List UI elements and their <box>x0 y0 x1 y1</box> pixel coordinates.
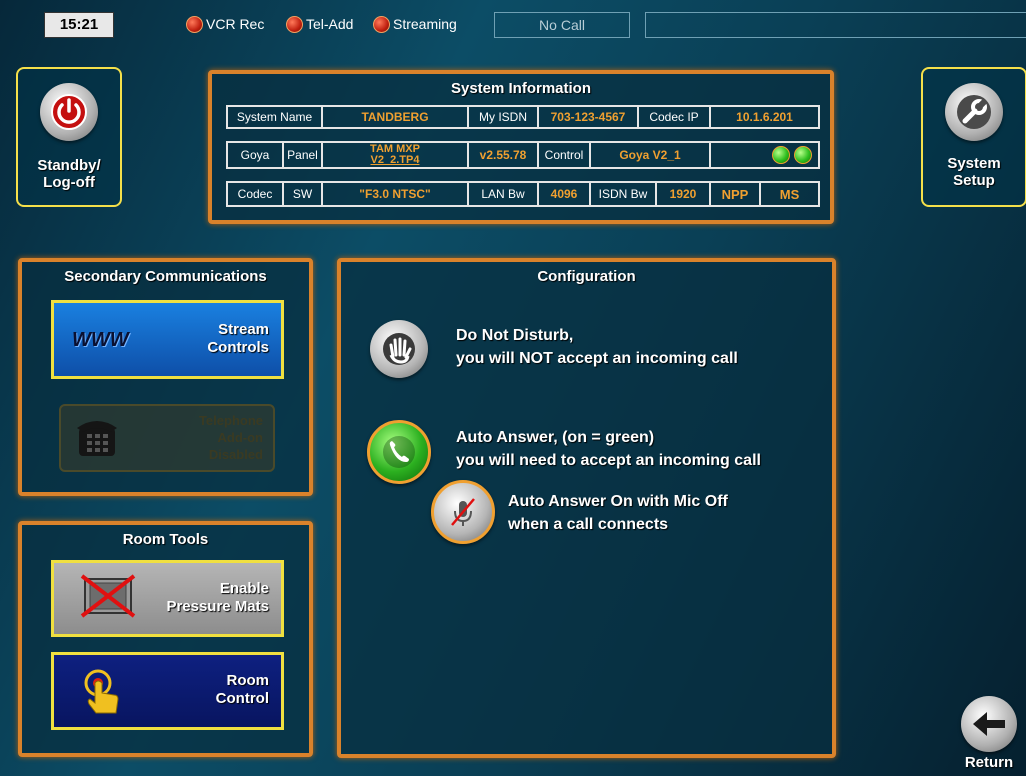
room-tools-panel: Room Tools Enable Pressure Mats Room Con… <box>18 521 313 757</box>
codec-ip-value: 10.1.6.201 <box>736 110 793 124</box>
do-not-disturb-line-2: you will NOT accept an incoming call <box>456 350 738 367</box>
secondary-communications-panel: Secondary Communications WWW Stream Cont… <box>18 258 313 496</box>
room-control-label-1: Room <box>226 672 270 689</box>
mic-off-text: Auto Answer On with Mic Off when a call … <box>508 490 728 536</box>
telephone-addon-label-3: Disabled <box>208 447 263 462</box>
pressure-mat-disabled-icon <box>80 573 136 624</box>
secondary-communications-title: Secondary Communications <box>64 268 267 285</box>
isdn-bw-label: ISDN Bw <box>591 183 657 205</box>
system-name-value: TANDBERG <box>323 107 469 127</box>
power-icon <box>40 83 98 141</box>
phone-handset-icon <box>383 436 415 468</box>
room-tools-title: Room Tools <box>122 531 209 548</box>
auto-answer-line-1: Auto Answer, (on = green) <box>456 429 655 446</box>
tel-add-led-icon <box>286 15 303 33</box>
panel-model-value: TAM MXP V2_2.TP4 <box>323 143 469 167</box>
do-not-disturb-line-1: Do Not Disturb, <box>456 327 574 344</box>
system-information-title: System Information <box>450 80 592 97</box>
system-setup-button[interactable]: System Setup <box>921 67 1026 207</box>
status-led-1-icon <box>772 146 790 164</box>
configuration-title: Configuration <box>537 268 636 285</box>
room-control-label: Room Control <box>216 672 269 708</box>
mic-off-line-2: when a call connects <box>508 516 669 533</box>
streaming-label: Streaming <box>393 16 457 32</box>
telephone-addon-label-2: Add-on <box>217 430 263 445</box>
do-not-disturb-button[interactable] <box>370 320 428 378</box>
wrench-icon <box>945 83 1003 141</box>
stream-controls-label-1: Stream <box>218 321 269 338</box>
auto-answer-text: Auto Answer, (on = green) you will need … <box>456 426 761 472</box>
my-isdn-value: 703-123-4567 <box>539 107 639 127</box>
pressure-mats-label-2: Pressure Mats <box>166 598 269 615</box>
lan-bw-label: LAN Bw <box>469 183 539 205</box>
telephone-icon <box>75 416 119 463</box>
goya-label: Goya <box>228 143 284 167</box>
stream-controls-label-2: Controls <box>207 339 269 356</box>
pressure-mats-label: Enable Pressure Mats <box>166 580 269 616</box>
system-setup-label-2: Setup <box>953 172 995 189</box>
vcr-rec-label: VCR Rec <box>206 16 265 32</box>
stream-controls-label: Stream Controls <box>207 321 269 357</box>
telephone-addon-label: Telephone Add-on Disabled <box>199 412 263 463</box>
panel-version-value: v2.55.78 <box>469 143 539 167</box>
clock: 15:21 <box>44 12 114 38</box>
back-arrow-icon <box>961 696 1017 752</box>
hand-stop-icon <box>383 333 415 365</box>
room-control-button[interactable]: Room Control <box>51 652 284 730</box>
return-button[interactable]: Return <box>956 696 1022 776</box>
mic-off-button[interactable] <box>431 480 495 544</box>
tel-add-indicator[interactable]: Tel-Add <box>286 13 353 35</box>
streaming-led-icon <box>373 15 390 33</box>
auto-answer-line-2: you will need to accept an incoming call <box>456 452 761 469</box>
touch-hand-icon <box>82 669 122 720</box>
npp-indicator: NPP <box>711 183 761 205</box>
panel-model-line-2: V2_2.TP4 <box>370 154 420 166</box>
control-label: Control <box>539 143 591 167</box>
system-info-row-3: Codec SW "F3.0 NTSC" LAN Bw 4096 ISDN Bw… <box>226 181 820 207</box>
call-status: No Call <box>494 12 630 38</box>
vcr-rec-indicator[interactable]: VCR Rec <box>186 13 264 35</box>
auto-answer-button[interactable] <box>367 420 431 484</box>
www-icon: WWW <box>72 329 129 351</box>
do-not-disturb-text: Do Not Disturb, you will NOT accept an i… <box>456 324 738 370</box>
isdn-bw-value: 1920 <box>657 183 711 205</box>
streaming-indicator[interactable]: Streaming <box>373 13 457 35</box>
my-isdn-label: My ISDN <box>469 107 539 127</box>
status-message-field <box>645 12 1026 38</box>
control-value: Goya V2_1 <box>591 143 711 167</box>
room-control-label-2: Control <box>215 690 269 707</box>
standby-label-2: Log-off <box>43 174 95 191</box>
system-info-row-2: Goya Panel TAM MXP V2_2.TP4 v2.55.78 Con… <box>226 141 820 169</box>
codec-ip-label: Codec IP <box>639 107 711 127</box>
mic-off-line-1: Auto Answer On with Mic Off <box>508 493 728 510</box>
telephone-addon-button[interactable]: Telephone Add-on Disabled <box>59 404 275 472</box>
pressure-mats-label-1: Enable <box>219 580 269 597</box>
ms-indicator: MS <box>779 186 800 202</box>
standby-label-1: Standby/ <box>37 157 101 174</box>
standby-logoff-button[interactable]: Standby/ Log-off <box>16 67 122 207</box>
system-setup-label-1: System <box>947 155 1001 172</box>
status-leds <box>711 143 818 167</box>
lan-bw-value: 4096 <box>539 183 591 205</box>
panel-label: Panel <box>284 143 323 167</box>
telephone-addon-label-1: Telephone <box>198 413 263 428</box>
return-label: Return <box>964 754 1014 771</box>
system-information-panel: System Information System Name TANDBERG … <box>208 70 834 224</box>
mic-off-icon <box>451 498 475 526</box>
configuration-panel: Configuration Do Not Disturb, you will N… <box>337 258 836 758</box>
enable-pressure-mats-button[interactable]: Enable Pressure Mats <box>51 560 284 637</box>
system-info-row-1: System Name TANDBERG My ISDN 703-123-456… <box>226 105 820 129</box>
codec-label: Codec <box>228 183 284 205</box>
stream-controls-button[interactable]: WWW Stream Controls <box>51 300 284 379</box>
tel-add-label: Tel-Add <box>306 16 354 32</box>
vcr-rec-led-icon <box>186 15 203 33</box>
system-name-label: System Name <box>228 107 323 127</box>
sw-label: SW <box>284 183 323 205</box>
sw-value: "F3.0 NTSC" <box>323 183 469 205</box>
status-led-2-icon <box>794 146 812 164</box>
